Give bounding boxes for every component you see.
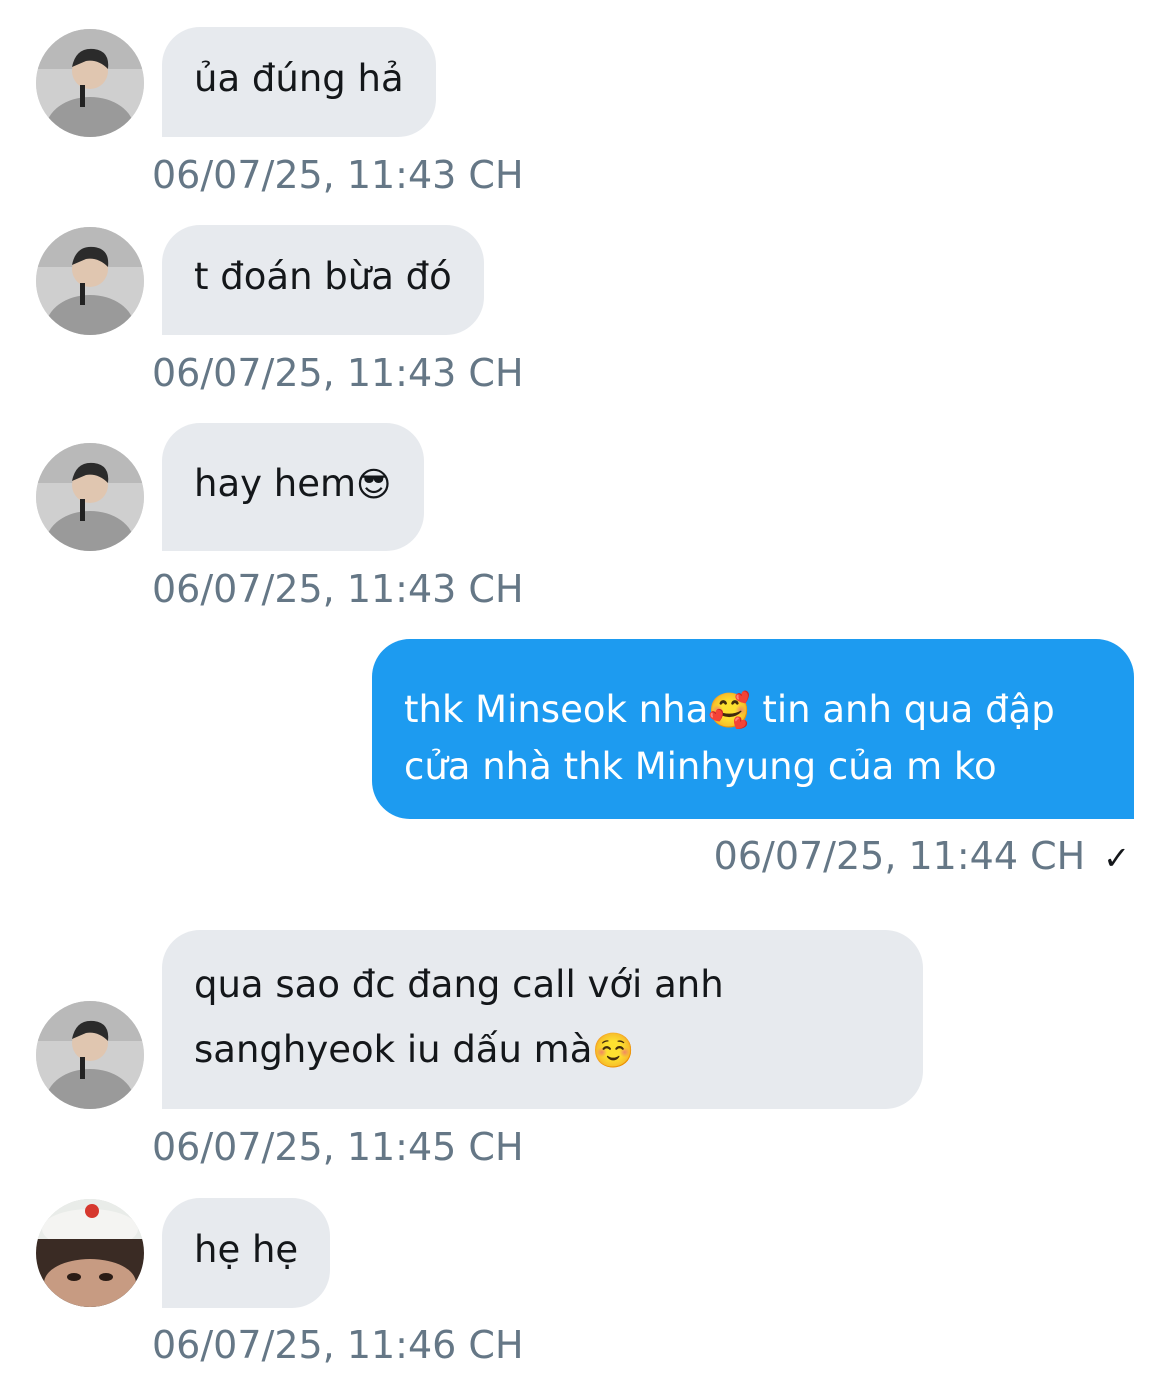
message-timestamp: 06/07/25, 11:46 CH — [152, 1323, 524, 1367]
incoming-message-bubble[interactable]: t đoán bừa đó — [162, 225, 484, 335]
avatar-photo-icon — [36, 29, 144, 137]
message-line: qua sao đc đang call với anh — [194, 963, 724, 1006]
incoming-message-bubble[interactable]: qua sao đc đang call với anh sanghyeok i… — [162, 930, 923, 1109]
sent-check-icon: ✓ — [1103, 839, 1130, 877]
sender-avatar[interactable] — [36, 443, 144, 551]
message-text: t đoán bừa đó — [194, 255, 452, 298]
sender-avatar[interactable] — [36, 227, 144, 335]
smiling-hearts-emoji-icon: 🥰 — [708, 691, 751, 731]
avatar-photo-icon — [36, 1199, 144, 1307]
message-timestamp: 06/07/25, 11:44 CH — [713, 834, 1086, 878]
message-line: thk Minseok nha🥰 tin anh qua đập — [404, 688, 1055, 731]
message-timestamp: 06/07/25, 11:45 CH — [152, 1125, 524, 1169]
message-line: cửa nhà thk Minhyung của m ko — [404, 745, 997, 788]
avatar-photo-icon — [36, 227, 144, 335]
message-timestamp: 06/07/25, 11:43 CH — [152, 153, 524, 197]
message-text: hay hem — [194, 462, 357, 505]
sunglasses-emoji-icon: 😎 — [356, 465, 392, 505]
sender-avatar[interactable] — [36, 1199, 144, 1307]
sender-avatar[interactable] — [36, 29, 144, 137]
smiling-face-emoji-icon: ☺️ — [592, 1031, 635, 1071]
sender-avatar[interactable] — [36, 1001, 144, 1109]
message-line: sanghyeok iu dấu mà☺️ — [194, 1028, 635, 1071]
message-text: ủa đúng hả — [194, 57, 404, 100]
outgoing-message-bubble[interactable]: thk Minseok nha🥰 tin anh qua đập cửa nhà… — [372, 639, 1134, 819]
message-text: hẹ hẹ — [194, 1228, 299, 1271]
avatar-photo-icon — [36, 443, 144, 551]
incoming-message-bubble[interactable]: ủa đúng hả — [162, 27, 436, 137]
message-timestamp: 06/07/25, 11:43 CH — [152, 351, 524, 395]
message-timestamp: 06/07/25, 11:43 CH — [152, 567, 524, 611]
incoming-message-bubble[interactable]: hẹ hẹ — [162, 1198, 331, 1308]
message-timestamp-row: 06/07/25, 11:44 CH ✓ — [714, 834, 1130, 880]
avatar-photo-icon — [36, 1001, 144, 1109]
incoming-message-bubble[interactable]: hay hem😎 — [162, 423, 424, 551]
